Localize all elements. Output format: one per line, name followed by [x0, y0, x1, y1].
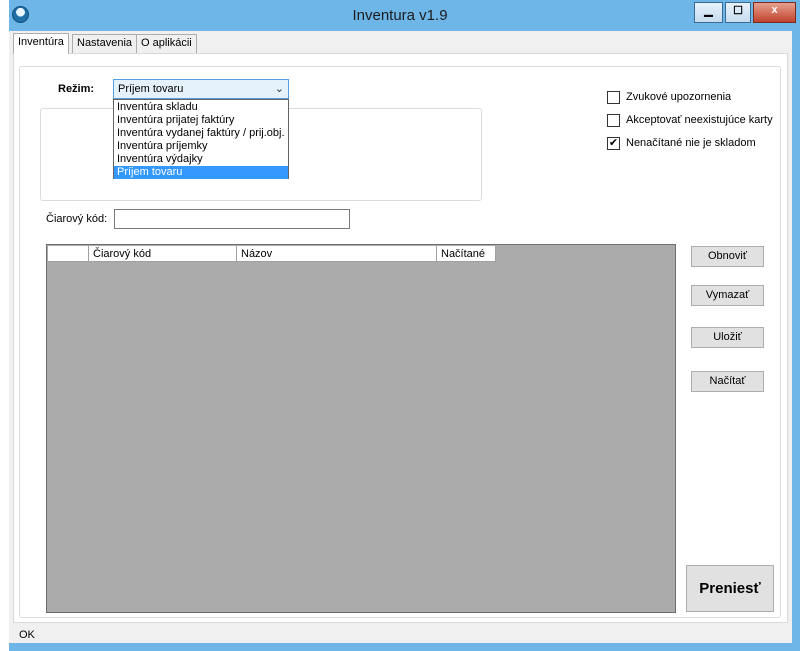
mode-dropdown-list: Inventúra skladu Inventúra prijatej fakt…	[113, 99, 289, 179]
sound-alerts-checkbox[interactable]	[607, 91, 620, 104]
close-icon: x	[771, 4, 778, 16]
mode-option-inventura-skladu[interactable]: Inventúra skladu	[114, 101, 288, 114]
minimize-button[interactable]: ▁	[694, 2, 723, 23]
window-title: Inventura v1.9	[352, 7, 448, 24]
tab-nastavenia[interactable]: Nastavenia	[72, 34, 138, 53]
mode-option-inventura-prijatej-faktury[interactable]: Inventúra prijatej faktúry	[114, 114, 288, 127]
items-grid[interactable]	[46, 244, 676, 613]
minimize-icon: ▁	[704, 5, 713, 17]
status-text: OK	[19, 629, 35, 641]
grid-header-name[interactable]: Názov	[237, 246, 437, 262]
refresh-button[interactable]: Obnoviť	[691, 246, 764, 267]
unloaded-not-in-stock-label: Nenačítané nie je skladom	[626, 137, 756, 149]
sound-alerts-label: Zvukové upozornenia	[626, 91, 732, 103]
barcode-input[interactable]	[114, 209, 350, 229]
mode-option-inventura-prijemky[interactable]: Inventúra príjemky	[114, 140, 288, 153]
mode-label: Režim:	[58, 83, 95, 95]
grid-row-header[interactable]	[48, 246, 89, 262]
mode-select[interactable]: Príjem tovaru ⌄	[113, 79, 289, 99]
tab-inventura[interactable]: Inventúra	[13, 33, 69, 54]
window-border-bottom	[9, 643, 792, 651]
grid-header-loaded[interactable]: Načítané	[437, 246, 496, 262]
mode-option-inventura-vydanej-faktury[interactable]: Inventúra vydanej faktúry / prij.obj.	[114, 127, 288, 140]
window-border-right	[792, 31, 800, 651]
save-button[interactable]: Uložiť	[691, 327, 764, 348]
grid-header-barcode[interactable]: Čiarový kód	[89, 246, 237, 262]
load-button[interactable]: Načítať	[691, 371, 764, 392]
mode-option-inventura-vydajky[interactable]: Inventúra výdajky	[114, 153, 288, 166]
close-button[interactable]: x	[753, 2, 796, 23]
accept-nonexistent-checkbox[interactable]	[607, 114, 620, 127]
maximize-button[interactable]: ☐	[725, 2, 751, 23]
delete-button[interactable]: Vymazať	[691, 285, 764, 306]
chevron-down-icon: ⌄	[274, 83, 284, 95]
transfer-button[interactable]: Preniesť	[686, 565, 774, 612]
tab-o-aplikacii[interactable]: O aplikácii	[136, 34, 197, 53]
mode-option-prijem-tovaru[interactable]: Príjem tovaru	[114, 166, 288, 179]
mode-selected-value: Príjem tovaru	[118, 83, 184, 95]
accept-nonexistent-label: Akceptovať neexistujúce karty	[626, 114, 773, 126]
barcode-label: Čiarový kód:	[46, 213, 108, 225]
unloaded-not-in-stock-checkbox[interactable]: ✔	[607, 137, 620, 150]
desktop-edge	[0, 0, 9, 651]
app-icon[interactable]	[12, 6, 29, 23]
maximize-icon: ☐	[733, 5, 743, 17]
